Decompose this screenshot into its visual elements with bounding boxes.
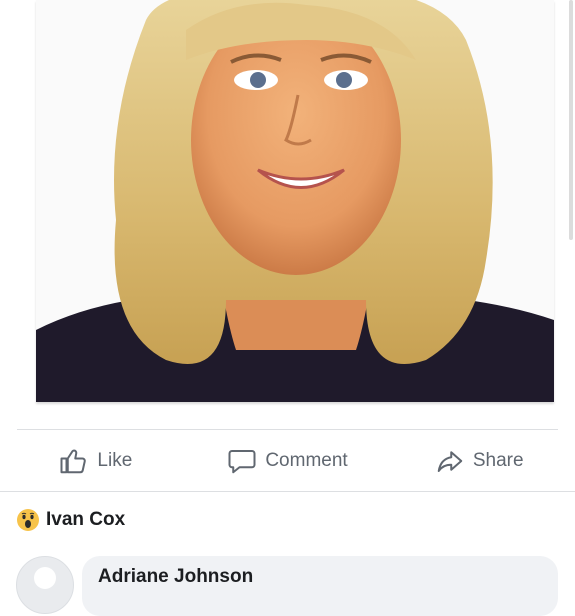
- thumbs-up-icon: [60, 449, 87, 474]
- portrait-image: [36, 0, 554, 402]
- wow-icon: [17, 509, 39, 531]
- avatar[interactable]: [16, 556, 74, 614]
- avatar-placeholder-icon: [34, 567, 56, 589]
- comment-label: Comment: [265, 450, 348, 471]
- share-button[interactable]: Share: [383, 436, 575, 486]
- divider: [17, 429, 558, 430]
- like-button[interactable]: Like: [0, 436, 192, 486]
- post-actions: Like Comment Share: [0, 436, 575, 486]
- comment-button[interactable]: Comment: [192, 436, 384, 486]
- comment-author[interactable]: Adriane Johnson: [98, 566, 253, 588]
- reaction-summary[interactable]: Ivan Cox: [16, 508, 125, 532]
- like-label: Like: [97, 450, 133, 471]
- comment-icon: [228, 450, 256, 474]
- scrollbar[interactable]: [569, 0, 573, 240]
- post-photo[interactable]: [36, 0, 554, 402]
- reactor-name: Ivan Cox: [46, 509, 126, 530]
- divider: [0, 491, 575, 492]
- share-label: Share: [472, 450, 524, 471]
- post-photo-area[interactable]: [0, 0, 575, 410]
- comment-item: Adriane Johnson: [16, 556, 575, 616]
- share-arrow-icon: [437, 451, 463, 472]
